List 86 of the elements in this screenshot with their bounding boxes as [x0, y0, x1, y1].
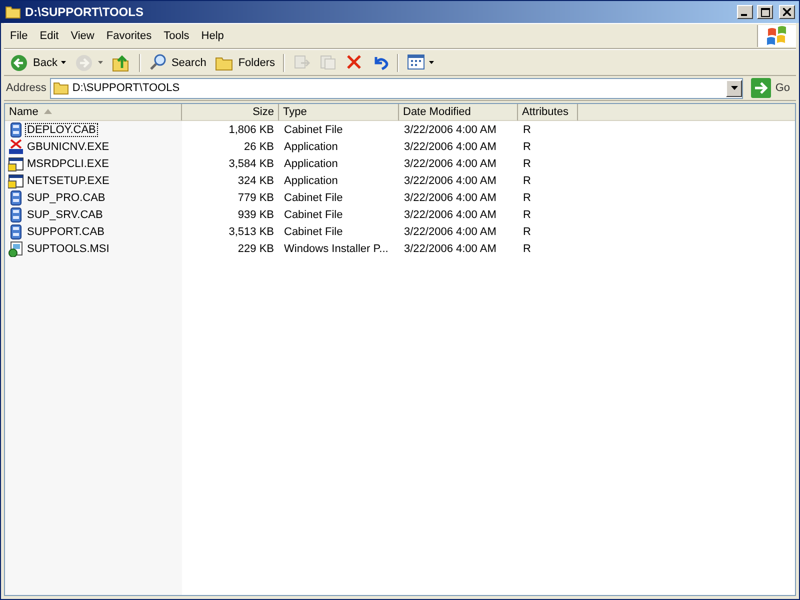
go-button[interactable]: Go	[747, 78, 794, 98]
close-button[interactable]	[779, 5, 795, 19]
toolbar-button[interactable]: Back	[6, 52, 70, 74]
caret-icon	[429, 61, 434, 64]
file-size: 3,513 KB	[228, 226, 274, 238]
caret-icon	[61, 61, 66, 64]
window-title: D:\SUPPORT\TOOLS	[25, 5, 144, 19]
minimize-button[interactable]	[737, 5, 753, 19]
date-modified: 3/22/2006 4:00 AM	[404, 158, 496, 170]
file-type: Cabinet File	[284, 192, 343, 204]
file-type: Application	[284, 140, 338, 152]
back-icon	[9, 52, 29, 72]
column-header[interactable]: Date Modified	[399, 104, 518, 121]
application-window-icon	[8, 172, 24, 188]
maximize-icon	[760, 8, 770, 16]
documents-icon	[319, 52, 338, 72]
folder-up-icon	[111, 52, 132, 72]
menu-item[interactable]: File	[4, 30, 34, 42]
file-size: 324 KB	[238, 174, 274, 186]
date-modified: 3/22/2006 4:00 AM	[404, 140, 496, 152]
close-icon	[783, 8, 791, 16]
column-header[interactable]: Type	[279, 104, 399, 121]
cabinet-file-icon	[8, 206, 24, 222]
maximize-button[interactable]	[757, 5, 773, 19]
date-modified: 3/22/2006 4:00 AM	[404, 226, 496, 238]
menu-item[interactable]: Help	[195, 30, 230, 42]
file-type: Cabinet File	[284, 208, 343, 220]
file-type: Windows Installer P...	[284, 242, 388, 254]
file-attributes: R	[523, 140, 531, 152]
file-attributes: R	[523, 226, 531, 238]
file-name[interactable]: GBUNICNV.EXE	[25, 140, 112, 154]
views-icon	[407, 52, 426, 72]
application-window-icon	[8, 156, 24, 172]
menu-item[interactable]: Tools	[158, 30, 196, 42]
file-type: Application	[284, 174, 338, 186]
windows-flag-icon	[766, 26, 788, 46]
column-header[interactable]: Name	[5, 104, 182, 121]
file-attributes: R	[523, 192, 531, 204]
date-modified: 3/22/2006 4:00 AM	[404, 192, 496, 204]
toolbar-button[interactable]: Folders	[211, 52, 278, 74]
file-name[interactable]: SUP_PRO.CAB	[25, 190, 108, 204]
forward-icon	[74, 52, 94, 72]
toolbar-button[interactable]: Search	[146, 52, 210, 74]
file-size: 3,584 KB	[228, 158, 274, 170]
caret-icon	[98, 61, 104, 64]
file-size: 779 KB	[238, 192, 274, 204]
file-size: 229 KB	[238, 242, 274, 254]
file-type: Cabinet File	[284, 124, 343, 136]
file-type: Cabinet File	[284, 226, 343, 238]
date-modified: 3/22/2006 4:00 AM	[404, 242, 496, 254]
file-attributes: R	[523, 158, 531, 170]
folder-icon	[53, 81, 70, 95]
file-attributes: R	[523, 174, 531, 186]
file-name[interactable]: SUP_SRV.CAB	[25, 208, 105, 222]
file-name[interactable]: SUPTOOLS.MSI	[25, 242, 112, 256]
application-icon	[8, 138, 24, 154]
dropdown-button[interactable]	[726, 80, 742, 96]
file-size: 1,806 KB	[228, 124, 274, 136]
menu-item[interactable]: Edit	[34, 30, 65, 42]
cabinet-file-icon	[8, 122, 24, 138]
file-size: 26 KB	[244, 140, 274, 152]
file-name[interactable]: SUPPORT.CAB	[25, 224, 106, 238]
column-header[interactable]: Attributes	[518, 104, 578, 121]
folder-icon	[5, 5, 21, 19]
caret-icon	[730, 86, 738, 90]
address-field[interactable]: D:\SUPPORT\TOOLS	[50, 78, 744, 98]
address-label: Address	[6, 82, 46, 94]
file-attributes: R	[523, 124, 531, 136]
cabinet-file-icon	[8, 224, 24, 240]
date-modified: 3/22/2006 4:00 AM	[404, 208, 496, 220]
column-header[interactable]: Size	[182, 104, 279, 121]
file-attributes: R	[523, 242, 531, 254]
file-name[interactable]: NETSETUP.EXE	[25, 174, 112, 188]
file-attributes: R	[523, 208, 531, 220]
file-name[interactable]: MSRDPCLI.EXE	[25, 156, 111, 170]
sort-arrow-icon	[44, 108, 52, 114]
installer-package-icon	[8, 240, 24, 256]
menu-item[interactable]: View	[64, 30, 100, 42]
file-type: Application	[284, 158, 338, 170]
menu-item[interactable]: Favorites	[100, 30, 158, 42]
file-size: 939 KB	[238, 208, 274, 220]
search-icon	[149, 52, 168, 72]
file-name[interactable]: DEPLOY.CAB	[25, 122, 98, 136]
date-modified: 3/22/2006 4:00 AM	[404, 174, 496, 186]
cabinet-file-icon	[8, 190, 24, 206]
date-modified: 3/22/2006 4:00 AM	[404, 124, 496, 136]
